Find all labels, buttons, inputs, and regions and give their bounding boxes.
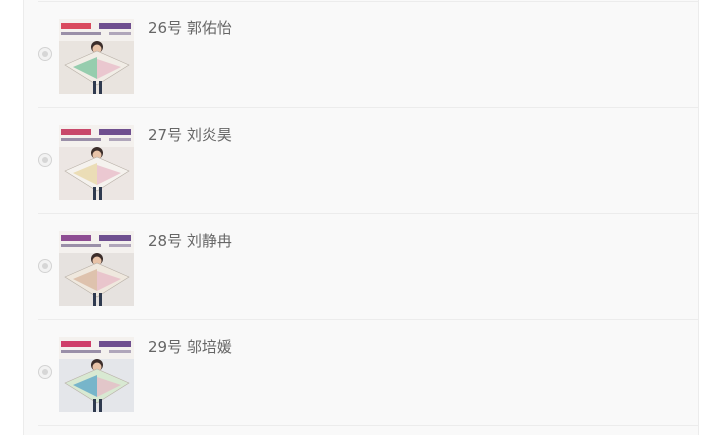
select-radio[interactable] (38, 47, 52, 61)
entry-photo-thumbnail[interactable] (59, 231, 134, 306)
entry-label: 27号 刘炎昊 (148, 126, 232, 144)
select-radio[interactable] (38, 365, 52, 379)
kite-photo-image (59, 125, 134, 200)
entry-label: 29号 邬培媛 (148, 338, 232, 356)
entry-label: 28号 刘静冉 (148, 232, 232, 250)
list-item[interactable]: 28号 刘静冉 (38, 214, 698, 320)
list-item[interactable]: 27号 刘炎昊 (38, 108, 698, 214)
entry-label: 26号 郭佑怡 (148, 19, 232, 37)
kite-photo-image (59, 19, 134, 94)
select-radio[interactable] (38, 153, 52, 167)
entry-photo-thumbnail[interactable] (59, 19, 134, 94)
kite-photo-image (59, 231, 134, 306)
list-item[interactable]: 29号 邬培媛 (38, 320, 698, 426)
list-item[interactable]: 26号 郭佑怡 (38, 2, 698, 108)
entry-photo-thumbnail[interactable] (59, 125, 134, 200)
kite-photo-image (59, 337, 134, 412)
select-radio[interactable] (38, 259, 52, 273)
entry-photo-thumbnail[interactable] (59, 337, 134, 412)
entry-list-panel: 26号 郭佑怡 27号 刘炎昊 28号 刘静冉 29号 邬培媛 (23, 0, 699, 435)
